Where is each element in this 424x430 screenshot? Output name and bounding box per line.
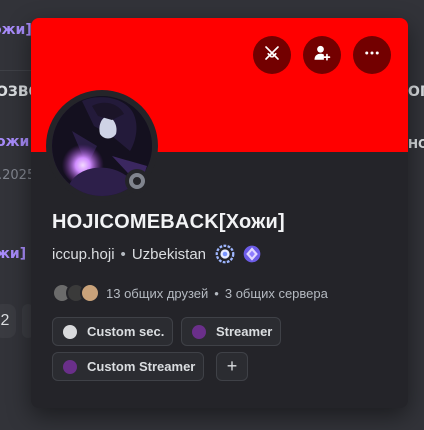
bg-fragment: ОГО bbox=[408, 84, 424, 100]
separator: • bbox=[214, 285, 219, 301]
bg-fragment: НО bbox=[408, 137, 424, 151]
bg-fragment: ожи bbox=[0, 134, 30, 150]
add-friend-button[interactable] bbox=[303, 36, 341, 74]
swords-icon bbox=[263, 44, 281, 67]
hypesquad-badge-icon[interactable] bbox=[214, 243, 236, 265]
mutual-servers-link[interactable]: 3 общих сервера bbox=[225, 286, 328, 301]
add-role-button[interactable]: + bbox=[216, 352, 248, 381]
role-color-dot bbox=[192, 324, 206, 339]
role-label: Streamer bbox=[216, 324, 273, 339]
user-profile-popout: HOJICOMEBACK[Хожи] iccup.hoji • Uzbekist… bbox=[31, 18, 408, 408]
role-pill[interactable]: Streamer bbox=[181, 317, 282, 346]
mutual-friends-link[interactable]: 13 общих друзей bbox=[106, 286, 208, 301]
username-row: iccup.hoji • Uzbekistan bbox=[52, 244, 262, 264]
display-name: HOJICOMEBACK[Хожи] bbox=[52, 211, 285, 233]
pronouns: Uzbekistan bbox=[131, 245, 207, 263]
role-color-dot bbox=[63, 359, 77, 374]
swords-button[interactable] bbox=[253, 36, 291, 74]
nitro-badge-icon[interactable] bbox=[242, 244, 262, 264]
role-pill[interactable]: Custom Streamer bbox=[52, 352, 205, 381]
bg-divider bbox=[0, 70, 31, 71]
more-icon bbox=[363, 44, 381, 67]
bg-fragment: жи] bbox=[0, 246, 27, 262]
offline-status-icon bbox=[129, 173, 145, 189]
add-friend-icon bbox=[313, 44, 331, 67]
bg-fragment: .2025 bbox=[0, 168, 36, 183]
bg-fragment: ожи] bbox=[0, 22, 32, 38]
mutual-friend-avatar bbox=[80, 283, 100, 303]
role-color-dot bbox=[63, 324, 77, 339]
more-options-button[interactable] bbox=[353, 36, 391, 74]
mutuals-row: 13 общих друзей • 3 общих сервера bbox=[52, 282, 328, 304]
status-indicator bbox=[125, 169, 149, 193]
role-label: Custom sec. bbox=[87, 324, 165, 339]
role-pill[interactable]: Custom sec. bbox=[52, 317, 174, 346]
username[interactable]: iccup.hoji bbox=[52, 246, 115, 263]
role-label: Custom Streamer bbox=[87, 359, 196, 374]
separator: • bbox=[120, 245, 126, 263]
bg-pill: 2 bbox=[0, 304, 16, 338]
